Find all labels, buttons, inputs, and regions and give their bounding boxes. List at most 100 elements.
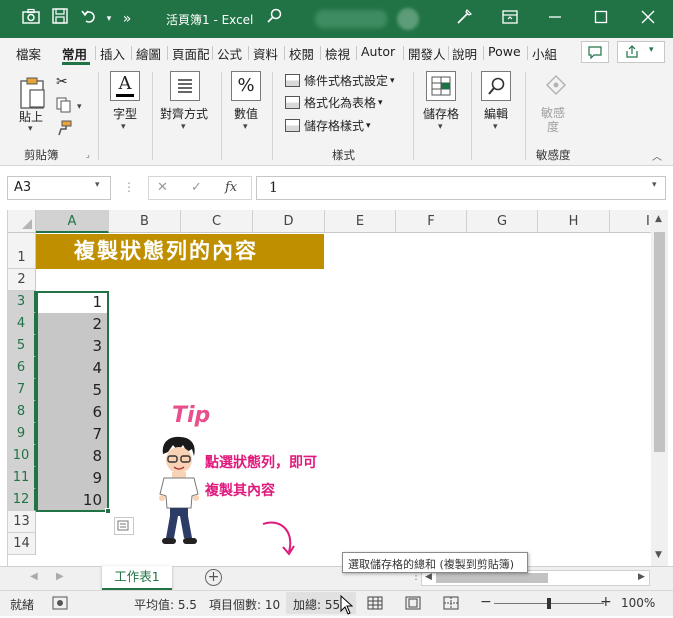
- title-banner[interactable]: 複製狀態列的內容: [36, 234, 324, 269]
- scroll-up-icon[interactable]: ▲: [655, 214, 662, 224]
- cells-icon[interactable]: [426, 71, 456, 101]
- zoom-slider-thumb[interactable]: [547, 598, 551, 609]
- page-break-view-icon[interactable]: [443, 596, 459, 613]
- cells-dropdown-icon[interactable]: ▾: [438, 122, 443, 132]
- tab-teams[interactable]: 小組: [532, 44, 557, 63]
- sensitivity-icon[interactable]: [543, 71, 569, 102]
- cell-value[interactable]: 8: [36, 445, 108, 467]
- minimize-icon[interactable]: [544, 8, 566, 30]
- cell-value[interactable]: 2: [36, 313, 108, 335]
- sheet-prev-icon[interactable]: ◀: [30, 571, 38, 582]
- horizontal-scroll-thumb[interactable]: [436, 573, 548, 583]
- format-as-table-button[interactable]: 格式化為表格 ▾: [285, 93, 383, 112]
- tab-power[interactable]: Powe: [488, 44, 524, 59]
- column-header[interactable]: E: [325, 210, 396, 233]
- row-header[interactable]: 13: [8, 511, 36, 533]
- scroll-right-icon[interactable]: ▶: [638, 572, 645, 582]
- column-header[interactable]: C: [181, 210, 253, 233]
- column-header[interactable]: I: [610, 210, 651, 233]
- column-header[interactable]: G: [467, 210, 538, 233]
- number-format-icon[interactable]: %: [231, 71, 261, 101]
- scroll-left-icon[interactable]: ◀: [425, 572, 432, 582]
- cut-icon[interactable]: ✂: [56, 74, 68, 90]
- cancel-icon[interactable]: ✕: [157, 180, 168, 195]
- cell-value[interactable]: 5: [36, 379, 108, 401]
- share-button[interactable]: ▾: [617, 41, 665, 63]
- cells-button-label[interactable]: 儲存格: [423, 105, 459, 122]
- alignment-button-label[interactable]: 對齊方式: [160, 105, 208, 122]
- avatar[interactable]: [397, 8, 419, 30]
- paste-button-label[interactable]: 貼上: [19, 108, 43, 125]
- cell-value[interactable]: 3: [36, 335, 108, 357]
- magic-wand-icon[interactable]: [453, 8, 475, 30]
- row-header[interactable]: 14: [8, 533, 36, 555]
- alignment-dropdown-icon[interactable]: ▾: [181, 122, 186, 132]
- save-icon[interactable]: [49, 8, 71, 30]
- worksheet-grid[interactable]: A B C D E F G H I 1 2 3 4 5 6 7 8 9 10 1…: [7, 210, 651, 566]
- row-header[interactable]: 2: [8, 269, 36, 291]
- conditional-formatting-button[interactable]: 條件式格式設定 ▾: [285, 71, 395, 90]
- add-sheet-icon[interactable]: +: [205, 569, 222, 586]
- enter-icon[interactable]: ✓: [191, 180, 202, 195]
- copy-icon[interactable]: [56, 97, 72, 116]
- column-header[interactable]: H: [538, 210, 610, 233]
- zoom-in-icon[interactable]: +: [600, 594, 612, 610]
- normal-view-icon[interactable]: [367, 596, 383, 613]
- vertical-scroll-thumb[interactable]: [654, 232, 665, 452]
- formula-input[interactable]: 1: [256, 176, 666, 200]
- zoom-out-icon[interactable]: −: [480, 594, 492, 610]
- column-header[interactable]: D: [253, 210, 325, 233]
- font-icon[interactable]: A: [110, 71, 140, 101]
- insert-function-icon[interactable]: fx: [225, 180, 237, 195]
- cell-value[interactable]: 7: [36, 423, 108, 445]
- maximize-icon[interactable]: [590, 8, 612, 30]
- cell-value[interactable]: 6: [36, 401, 108, 423]
- tab-page-layout[interactable]: 頁面配: [172, 44, 210, 63]
- tab-view[interactable]: 檢視: [325, 44, 350, 63]
- status-average[interactable]: 平均值: 5.5: [134, 596, 197, 613]
- row-header[interactable]: 3: [8, 291, 36, 313]
- editing-button-label[interactable]: 編輯: [484, 105, 508, 122]
- search-icon[interactable]: [263, 8, 285, 30]
- cell-value[interactable]: 10: [36, 489, 108, 511]
- expand-formula-bar-icon[interactable]: ▾: [652, 180, 657, 190]
- cell-value[interactable]: 4: [36, 357, 108, 379]
- number-button-label[interactable]: 數值: [234, 105, 258, 122]
- comments-button[interactable]: [581, 41, 609, 63]
- column-header[interactable]: B: [109, 210, 181, 233]
- tab-draw[interactable]: 繪圖: [136, 44, 161, 63]
- row-header[interactable]: 1: [8, 233, 36, 269]
- tab-help[interactable]: 說明: [452, 44, 477, 63]
- row-header[interactable]: 8: [8, 401, 36, 423]
- status-count[interactable]: 項目個數: 10: [209, 596, 280, 613]
- tab-developer[interactable]: 開發人: [408, 44, 446, 63]
- format-painter-icon[interactable]: [56, 120, 72, 139]
- quick-analysis-icon[interactable]: [114, 517, 134, 535]
- row-header[interactable]: 6: [8, 357, 36, 379]
- column-header[interactable]: F: [396, 210, 467, 233]
- scroll-down-icon[interactable]: ▼: [655, 550, 662, 560]
- number-dropdown-icon[interactable]: ▾: [243, 122, 248, 132]
- editing-dropdown-icon[interactable]: ▾: [493, 122, 498, 132]
- tab-review[interactable]: 校閱: [289, 44, 314, 63]
- row-header[interactable]: 5: [8, 335, 36, 357]
- page-layout-view-icon[interactable]: [405, 596, 421, 613]
- paste-dropdown-icon[interactable]: ▾: [28, 124, 33, 134]
- undo-icon[interactable]: [78, 8, 100, 30]
- tab-automate[interactable]: Autor: [361, 44, 401, 59]
- cell-styles-button[interactable]: 儲存格樣式 ▾: [285, 116, 371, 135]
- ribbon-display-icon[interactable]: [499, 8, 521, 30]
- row-header[interactable]: 12: [8, 489, 36, 511]
- font-dropdown-icon[interactable]: ▾: [121, 122, 126, 132]
- cell-value[interactable]: 9: [36, 467, 108, 489]
- tab-file[interactable]: 檔案: [16, 44, 41, 63]
- tab-insert[interactable]: 插入: [100, 44, 125, 63]
- row-header[interactable]: 7: [8, 379, 36, 401]
- name-box-dropdown-icon[interactable]: ▾: [95, 180, 100, 190]
- close-icon[interactable]: [637, 8, 659, 30]
- alignment-icon[interactable]: [170, 71, 200, 101]
- dialog-launcher-icon[interactable]: ⌟: [86, 150, 90, 159]
- macro-record-icon[interactable]: [52, 596, 68, 613]
- quick-access-more-icon[interactable]: »: [116, 8, 138, 30]
- zoom-slider[interactable]: [494, 598, 604, 609]
